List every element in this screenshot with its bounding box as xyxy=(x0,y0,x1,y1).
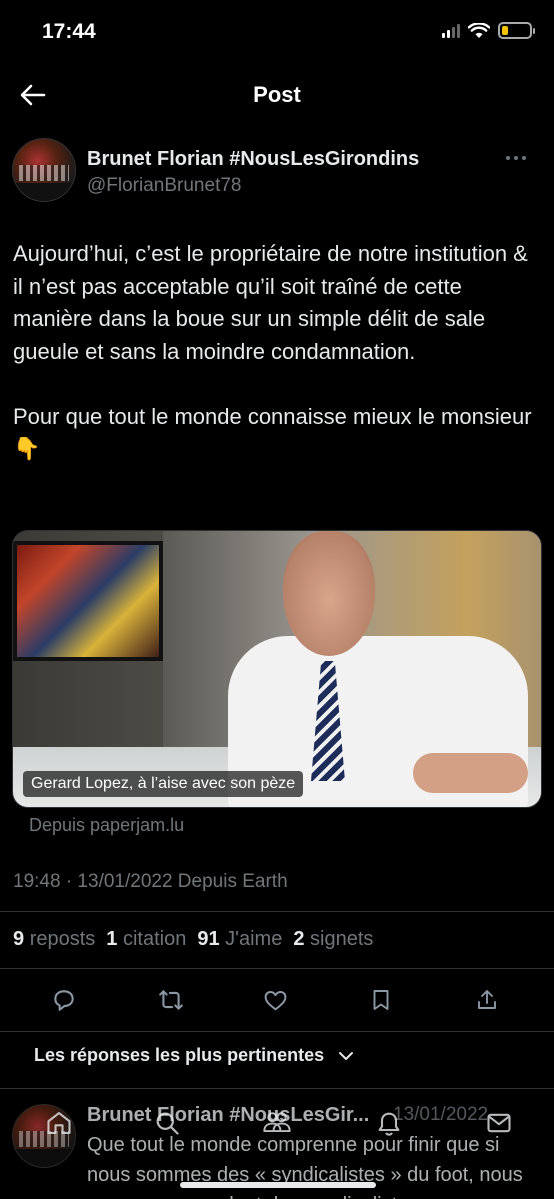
reposts-stat[interactable]: 9 reposts xyxy=(13,928,95,951)
divider xyxy=(0,968,554,969)
reply-author-avatar[interactable] xyxy=(12,1104,76,1168)
bookmarks-stat[interactable]: 2 signets xyxy=(293,928,373,951)
page-title: Post xyxy=(253,82,301,107)
repost-button[interactable] xyxy=(153,982,189,1018)
more-options-icon[interactable] xyxy=(506,150,534,166)
bookmark-button[interactable] xyxy=(363,982,399,1018)
divider xyxy=(0,1031,554,1032)
home-indicator[interactable] xyxy=(180,1182,376,1188)
author-handle[interactable]: @FlorianBrunet78 xyxy=(87,175,241,197)
share-button[interactable] xyxy=(469,982,505,1018)
action-bar xyxy=(0,982,554,1018)
repost-icon xyxy=(159,990,183,1010)
wifi-icon xyxy=(468,22,490,38)
quotes-stat[interactable]: 1 citation xyxy=(106,928,186,951)
reply-button[interactable] xyxy=(46,982,82,1018)
author-avatar[interactable] xyxy=(12,138,76,202)
reply-author-name[interactable]: Brunet Florian #NousLesGir... xyxy=(87,1104,369,1127)
author-name[interactable]: Brunet Florian #NousLesGirondins xyxy=(87,148,419,171)
post-text: Aujourd’hui, c’est le propriétaire de no… xyxy=(13,238,538,498)
post-paragraph-2-text: Pour que tout le monde connaisse mieux l… xyxy=(13,403,532,429)
bookmark-icon xyxy=(373,990,389,1010)
divider xyxy=(0,911,554,912)
replies-sort-label: Les réponses les plus pertinentes xyxy=(34,1045,325,1065)
engagement-stats: 9 reposts 1 citation 91 J'aime 2 signets xyxy=(13,928,373,951)
post-timestamp: 19:48 · 13/01/2022 Depuis Earth xyxy=(13,871,288,892)
battery-icon xyxy=(498,22,535,39)
reply-icon xyxy=(54,990,74,1011)
chevron-down-icon xyxy=(339,1051,354,1060)
likes-stat[interactable]: 91 J'aime xyxy=(197,928,282,951)
image-caption: Gerard Lopez, à l’aise avec son pèze xyxy=(23,771,304,797)
divider xyxy=(0,1088,554,1089)
status-time: 17:44 xyxy=(42,20,96,43)
reply-text[interactable]: Que tout le monde comprenne pour finir q… xyxy=(87,1130,532,1199)
nav-bar: Post xyxy=(0,64,554,124)
share-icon xyxy=(478,990,496,1009)
replies-sort-dropdown[interactable]: Les réponses les plus pertinentes xyxy=(34,1045,354,1066)
post-paragraph-1: Aujourd’hui, c’est le propriétaire de no… xyxy=(13,241,528,364)
link-source[interactable]: Depuis paperjam.lu xyxy=(29,815,184,836)
post-paragraph-2: Pour que tout le monde connaisse mieux l… xyxy=(13,401,538,466)
pointing-down-emoji-icon: 👇 xyxy=(13,436,41,461)
status-icons xyxy=(442,22,535,39)
like-button[interactable] xyxy=(257,982,293,1018)
like-icon xyxy=(264,990,286,1010)
post-image[interactable]: Gerard Lopez, à l’aise avec son pèze xyxy=(12,530,542,808)
cellular-signal-icon xyxy=(442,23,460,38)
reply-date: 13/01/2022 xyxy=(393,1104,489,1125)
status-bar: 17:44 xyxy=(0,0,554,64)
